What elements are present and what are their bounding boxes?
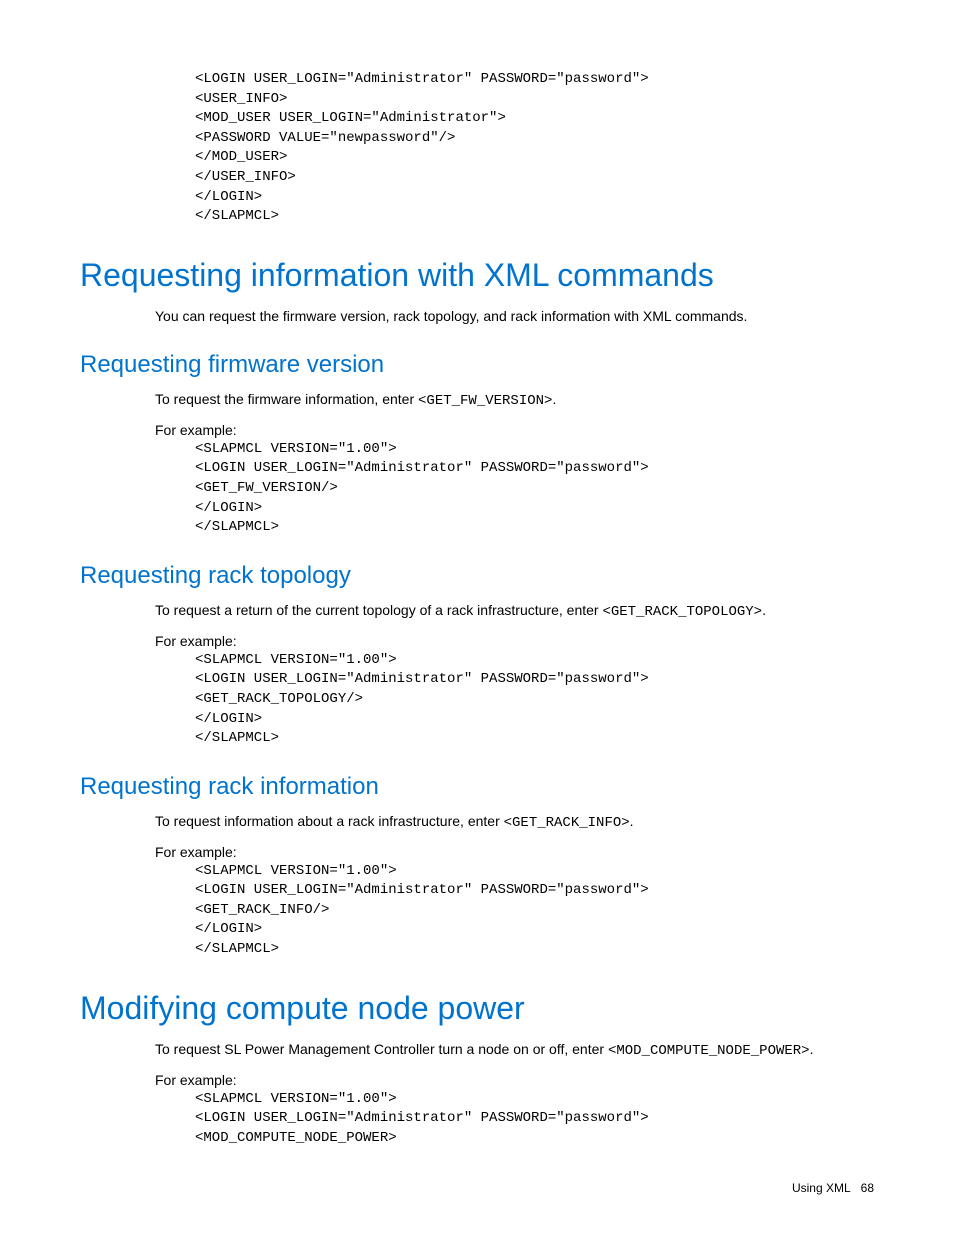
para-firmware-pre: To request the firmware information, ent… xyxy=(155,391,418,407)
inline-code-compute: <MOD_COMPUTE_NODE_POWER> xyxy=(608,1043,810,1059)
page-footer: Using XML 68 xyxy=(792,1181,874,1195)
code-block-top: <LOGIN USER_LOGIN="Administrator" PASSWO… xyxy=(195,70,874,227)
inline-code-fw: <GET_FW_VERSION> xyxy=(418,393,552,409)
heading-modifying-compute-node: Modifying compute node power xyxy=(80,990,874,1027)
code-block-compute: <SLAPMCL VERSION="1.00"> <LOGIN USER_LOG… xyxy=(195,1090,874,1149)
code-block-topology: <SLAPMCL VERSION="1.00"> <LOGIN USER_LOG… xyxy=(195,651,874,749)
para-rackinfo-post: . xyxy=(630,813,634,829)
para-compute-post: . xyxy=(810,1041,814,1057)
para-rackinfo: To request information about a rack infr… xyxy=(155,811,874,834)
para-topology-pre: To request a return of the current topol… xyxy=(155,602,602,618)
code-block-fw: <SLAPMCL VERSION="1.00"> <LOGIN USER_LOG… xyxy=(195,440,874,538)
para-rackinfo-pre: To request information about a rack infr… xyxy=(155,813,504,829)
for-example-fw: For example: xyxy=(155,422,874,438)
heading-firmware-version: Requesting firmware version xyxy=(80,351,874,379)
heading-rack-topology: Requesting rack topology xyxy=(80,562,874,590)
heading-requesting-info-xml: Requesting information with XML commands xyxy=(80,257,874,294)
code-block-rackinfo: <SLAPMCL VERSION="1.00"> <LOGIN USER_LOG… xyxy=(195,862,874,960)
para-requesting-info: You can request the firmware version, ra… xyxy=(155,306,874,327)
para-compute-pre: To request SL Power Management Controlle… xyxy=(155,1041,608,1057)
para-compute-node: To request SL Power Management Controlle… xyxy=(155,1039,874,1062)
footer-section: Using XML xyxy=(792,1181,851,1195)
para-topology-post: . xyxy=(762,602,766,618)
para-firmware-post: . xyxy=(552,391,556,407)
inline-code-topology: <GET_RACK_TOPOLOGY> xyxy=(602,604,762,620)
para-firmware: To request the firmware information, ent… xyxy=(155,389,874,412)
inline-code-rackinfo: <GET_RACK_INFO> xyxy=(504,815,630,831)
for-example-compute: For example: xyxy=(155,1072,874,1088)
para-topology: To request a return of the current topol… xyxy=(155,600,874,623)
footer-page-number: 68 xyxy=(861,1181,874,1195)
for-example-rackinfo: For example: xyxy=(155,844,874,860)
for-example-topology: For example: xyxy=(155,633,874,649)
heading-rack-info: Requesting rack information xyxy=(80,773,874,801)
